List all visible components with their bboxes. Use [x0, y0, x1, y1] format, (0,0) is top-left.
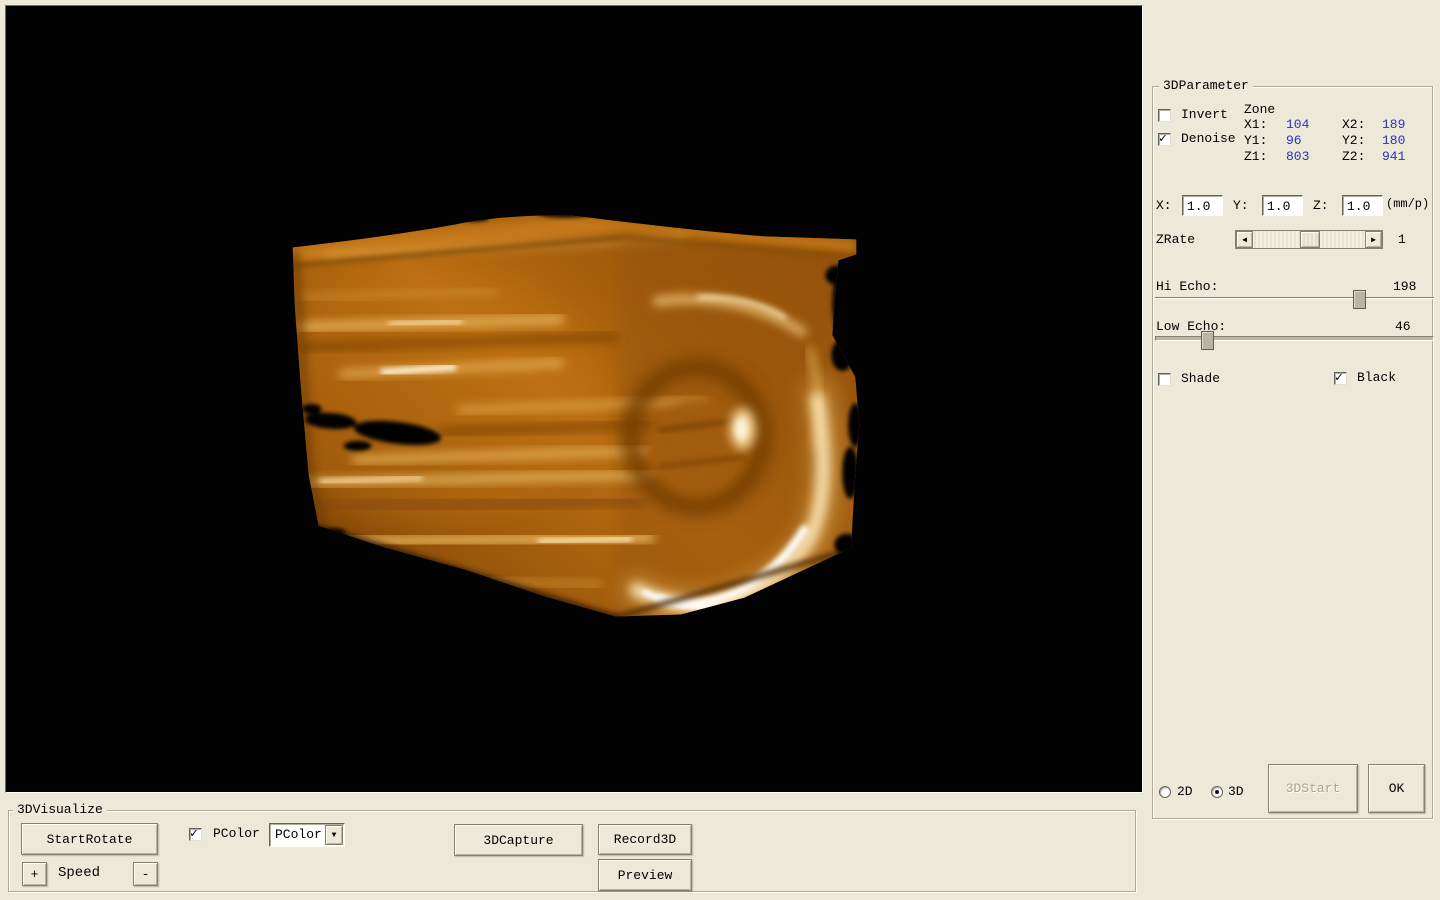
invert-checkbox[interactable] [1158, 109, 1171, 122]
pcolor-checkbox[interactable]: ✓ [189, 828, 202, 841]
zone-x2-value: 189 [1382, 118, 1405, 132]
shade-checkbox[interactable] [1158, 373, 1171, 386]
black-label: Black [1357, 371, 1396, 385]
mode-3d-label: 3D [1228, 785, 1244, 799]
zone-y2-label: Y2: [1342, 134, 1365, 148]
zone-y1-label: Y1: [1244, 134, 1267, 148]
pcolor-dropdown[interactable]: PColor ▼ [269, 823, 345, 847]
zrate-scrollbar[interactable]: ◀ ▶ [1235, 230, 1383, 249]
zone-title: Zone [1244, 103, 1275, 117]
denoise-label: Denoise [1181, 132, 1236, 146]
scale-z-label: Z: [1313, 199, 1329, 213]
low-echo-track[interactable] [1155, 336, 1434, 341]
hi-echo-label: Hi Echo: [1156, 280, 1218, 294]
radio-dot-icon [1215, 790, 1219, 794]
app-window: { "colors": { "panel_bg": "#ece9d8", "ca… [0, 0, 1440, 900]
zone-z2-label: Z2: [1342, 150, 1365, 164]
check-icon: ✓ [1335, 370, 1343, 385]
mode-2d-radio[interactable] [1159, 786, 1171, 798]
zrate-value: 1 [1398, 233, 1406, 247]
start-3d-button[interactable]: 3DStart [1268, 764, 1358, 813]
zrate-right-arrow[interactable]: ▶ [1365, 231, 1382, 248]
parameter-groupbox-title: 3DParameter [1159, 79, 1253, 93]
preview-button[interactable]: Preview [598, 859, 692, 891]
speed-plus-button[interactable]: + [22, 862, 47, 886]
parameter-groupbox: 3DParameter Invert ✓ Denoise Zone X1: 10… [1152, 86, 1433, 819]
zone-z2-value: 941 [1382, 150, 1405, 164]
scale-unit-label: (mm/p) [1386, 197, 1429, 211]
zone-y1-value: 96 [1286, 134, 1302, 148]
speed-label: Speed [58, 866, 100, 880]
speed-minus-button[interactable]: - [133, 862, 158, 886]
hi-echo-value: 198 [1393, 280, 1416, 294]
record-3d-button[interactable]: Record3D [598, 824, 692, 855]
black-checkbox[interactable]: ✓ [1334, 372, 1347, 385]
scale-y-input[interactable] [1262, 195, 1303, 216]
hi-echo-thumb[interactable] [1353, 290, 1366, 309]
pcolor-label: PColor [213, 827, 260, 841]
low-echo-value: 46 [1395, 320, 1411, 334]
ok-button[interactable]: OK [1368, 764, 1425, 813]
zone-x2-label: X2: [1342, 118, 1365, 132]
start-rotate-button[interactable]: StartRotate [21, 823, 158, 855]
zone-z1-label: Z1: [1244, 150, 1267, 164]
check-icon: ✓ [1159, 131, 1167, 146]
render-viewport[interactable] [5, 5, 1143, 793]
shade-label: Shade [1181, 372, 1220, 386]
zone-x1-value: 104 [1286, 118, 1309, 132]
parameter-panel: 3DParameter Invert ✓ Denoise Zone X1: 10… [1146, 0, 1440, 900]
denoise-checkbox[interactable]: ✓ [1158, 133, 1171, 146]
left-arrow-icon: ◀ [1242, 235, 1247, 245]
visualize-groupbox: 3DVisualize StartRotate + Speed - ✓ PCol… [8, 810, 1136, 892]
scale-y-label: Y: [1233, 199, 1249, 213]
zrate-label: ZRate [1156, 233, 1195, 247]
scale-x-label: X: [1156, 199, 1172, 213]
scale-x-input[interactable] [1182, 195, 1223, 216]
capture-3d-button[interactable]: 3DCapture [454, 824, 583, 856]
ultrasound-volume-render [6, 6, 1142, 792]
zrate-thumb[interactable] [1300, 231, 1320, 248]
zone-z1-value: 803 [1286, 150, 1309, 164]
chevron-down-icon: ▼ [332, 831, 337, 840]
check-icon: ✓ [190, 826, 198, 841]
right-arrow-icon: ▶ [1371, 235, 1376, 245]
zrate-left-arrow[interactable]: ◀ [1236, 231, 1253, 248]
hi-echo-track[interactable] [1155, 297, 1434, 299]
visualize-groupbox-title: 3DVisualize [13, 803, 107, 817]
low-echo-thumb[interactable] [1201, 331, 1214, 350]
mode-2d-label: 2D [1177, 785, 1193, 799]
zone-x1-label: X1: [1244, 118, 1267, 132]
invert-label: Invert [1181, 108, 1228, 122]
scale-z-input[interactable] [1342, 195, 1383, 216]
low-echo-label: Low Echo: [1156, 320, 1226, 334]
pcolor-dropdown-button[interactable]: ▼ [325, 825, 343, 845]
mode-3d-radio[interactable] [1211, 786, 1223, 798]
zone-y2-value: 180 [1382, 134, 1405, 148]
pcolor-dropdown-value: PColor [275, 827, 322, 842]
